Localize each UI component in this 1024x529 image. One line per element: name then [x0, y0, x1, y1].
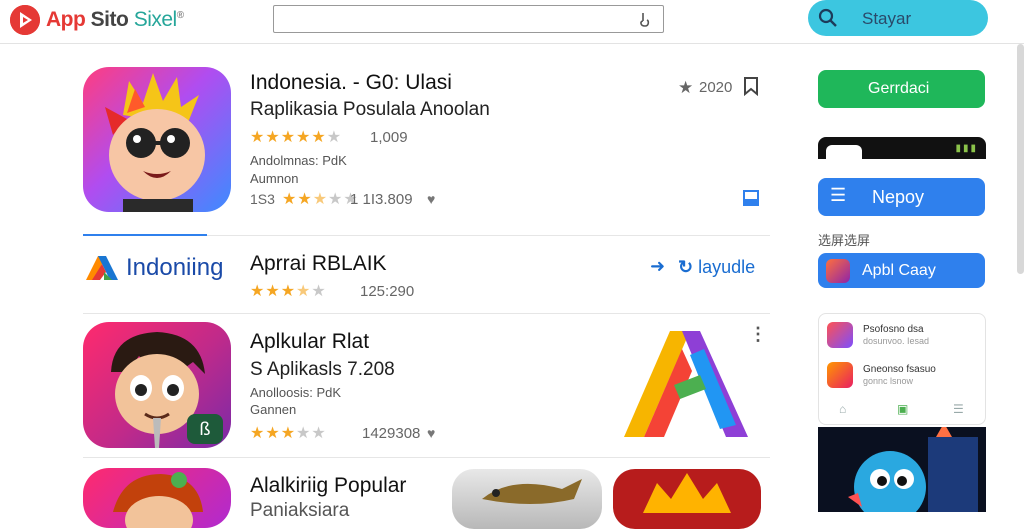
item2-title[interactable]: Aprrai RBLAIK [250, 252, 387, 276]
app-icon-cartoon-kid[interactable]: ß [83, 322, 231, 448]
item1-subtitle: Raplikasia Posulala Anoolan [250, 99, 490, 120]
logo-text-c: Sixel [133, 8, 178, 31]
item1-meta-category: Aumnon [250, 171, 299, 186]
item1-review-count: 1,009 [370, 129, 408, 146]
search-box[interactable] [273, 5, 664, 33]
section-tab-indicator [83, 234, 207, 236]
mini-app-icon [827, 322, 853, 348]
mini-item-sub: gonnc lsnow [863, 376, 914, 386]
item1-rank: 1S3 [250, 191, 275, 207]
divider [83, 457, 770, 458]
item3-title[interactable]: Aplkular Rlat [250, 330, 369, 354]
app-button-icon [826, 259, 850, 283]
brand-logo-icon [86, 256, 118, 280]
mini-item-sub: dosunvoo. Iesad [863, 336, 930, 346]
arrow-icon: ➜ [650, 256, 666, 276]
app-button-label: Apbl Caay [862, 262, 936, 279]
search-button-label: Stayar [862, 9, 912, 28]
sidebar-section-label: 选屏选屏 [818, 233, 871, 248]
item2-review-count: 125:290 [360, 283, 415, 300]
green-action-button[interactable]: Gerrdaci [818, 70, 985, 108]
app-logo-text: App Sito Sixel® [46, 8, 184, 32]
star-icon: ★ [678, 78, 694, 97]
mini-item-title: Gneonso fsasuo [863, 364, 936, 375]
item2-rating-stars: ★★★★★ [250, 283, 327, 300]
divider [207, 235, 770, 236]
mini-list-item[interactable]: Gneonso fsasuo gonnc lsnow [827, 362, 977, 392]
refresh-icon: ↻ [678, 257, 694, 277]
bookmark-icon[interactable] [743, 76, 759, 96]
search-icon [818, 8, 837, 27]
mic-icon[interactable] [637, 11, 653, 29]
green-action-label: Gerrdaci [868, 80, 930, 97]
heart-icon[interactable]: ♥ [427, 191, 435, 207]
brand-name-text: Indoniing [126, 254, 224, 281]
mini-list-item[interactable]: Psofosno dsa dosunvoo. Iesad [827, 322, 977, 352]
logo-text-a: App [46, 8, 86, 31]
top-bar: App Sito Sixel® Stayar [0, 0, 1024, 44]
brand-name[interactable]: Indoniing [126, 254, 223, 282]
game-thumbnail-sun[interactable] [613, 469, 761, 529]
item1-title[interactable]: Indonesia. - G0: Ulasi [250, 71, 452, 95]
window-icon[interactable] [743, 190, 759, 206]
sidebar-game-banner[interactable] [818, 427, 986, 512]
app-icon-cartoon-girl[interactable] [83, 468, 231, 528]
more-icon[interactable]: ⋮ [749, 325, 767, 343]
logo-mark: ® [176, 10, 184, 21]
item2-action-link[interactable]: ↻ layudle [678, 257, 755, 278]
item1-downloads: 1 1I3.809 [350, 191, 413, 208]
item4-title[interactable]: Alalkiriig Popular [250, 474, 406, 498]
list-icon[interactable]: ☰ [953, 402, 964, 416]
item4-subtitle: Paniaksiara [250, 500, 350, 521]
divider [83, 313, 770, 314]
app-button[interactable]: Apbl Caay [818, 253, 985, 288]
blue-action-label: Nepoy [872, 187, 925, 207]
home-icon[interactable]: ⌂ [839, 402, 846, 416]
phone-notch [826, 145, 862, 159]
search-input[interactable] [274, 6, 624, 32]
colorful-a-logo-image[interactable] [620, 325, 752, 443]
item3-meta-developer: Anolloosis: PdK [250, 385, 342, 400]
item3-subtitle: S Aplikasls 7.208 [250, 359, 395, 380]
item1-rating-stars-2: ★★★★★ [282, 191, 359, 208]
item3-meta-category: Gannen [250, 402, 297, 417]
blue-action-button[interactable]: ☰ Nepoy [818, 178, 985, 216]
scrollbar[interactable] [1017, 44, 1024, 274]
item3-badge: ß [187, 414, 223, 444]
logo-text-b: Sito [90, 8, 129, 31]
item3-rating-stars: ★★★★★ [250, 425, 327, 442]
item2-action-label: layudle [698, 257, 756, 277]
signal-icon: ▮▮▮ [955, 143, 978, 154]
apps-icon[interactable]: ▣ [897, 402, 908, 416]
mini-app-icon [827, 362, 853, 388]
item3-review-count: 1429308 [362, 425, 421, 442]
item1-top-rating: 2020 [699, 79, 733, 96]
sidebar-mini-card: Psofosno dsa dosunvoo. Iesad Gneonso fsa… [818, 313, 986, 425]
item1-meta-developer: Andolmnas: PdK [250, 153, 347, 168]
menu-icon: ☰ [830, 185, 847, 205]
heart-icon[interactable]: ♥ [427, 425, 435, 441]
search-button[interactable]: Stayar [808, 0, 988, 36]
phone-preview-strip: ▮▮▮ [818, 137, 986, 159]
app-icon-cartoon-boy[interactable] [83, 67, 231, 212]
mini-bottom-nav: ⌂ ▣ ☰ [819, 402, 987, 418]
logo-icon[interactable] [10, 5, 40, 35]
game-thumbnail-fish[interactable] [452, 469, 602, 529]
item1-rating-stars: ★★★★★★ [250, 129, 343, 146]
mini-item-title: Psofosno dsa [863, 324, 924, 335]
